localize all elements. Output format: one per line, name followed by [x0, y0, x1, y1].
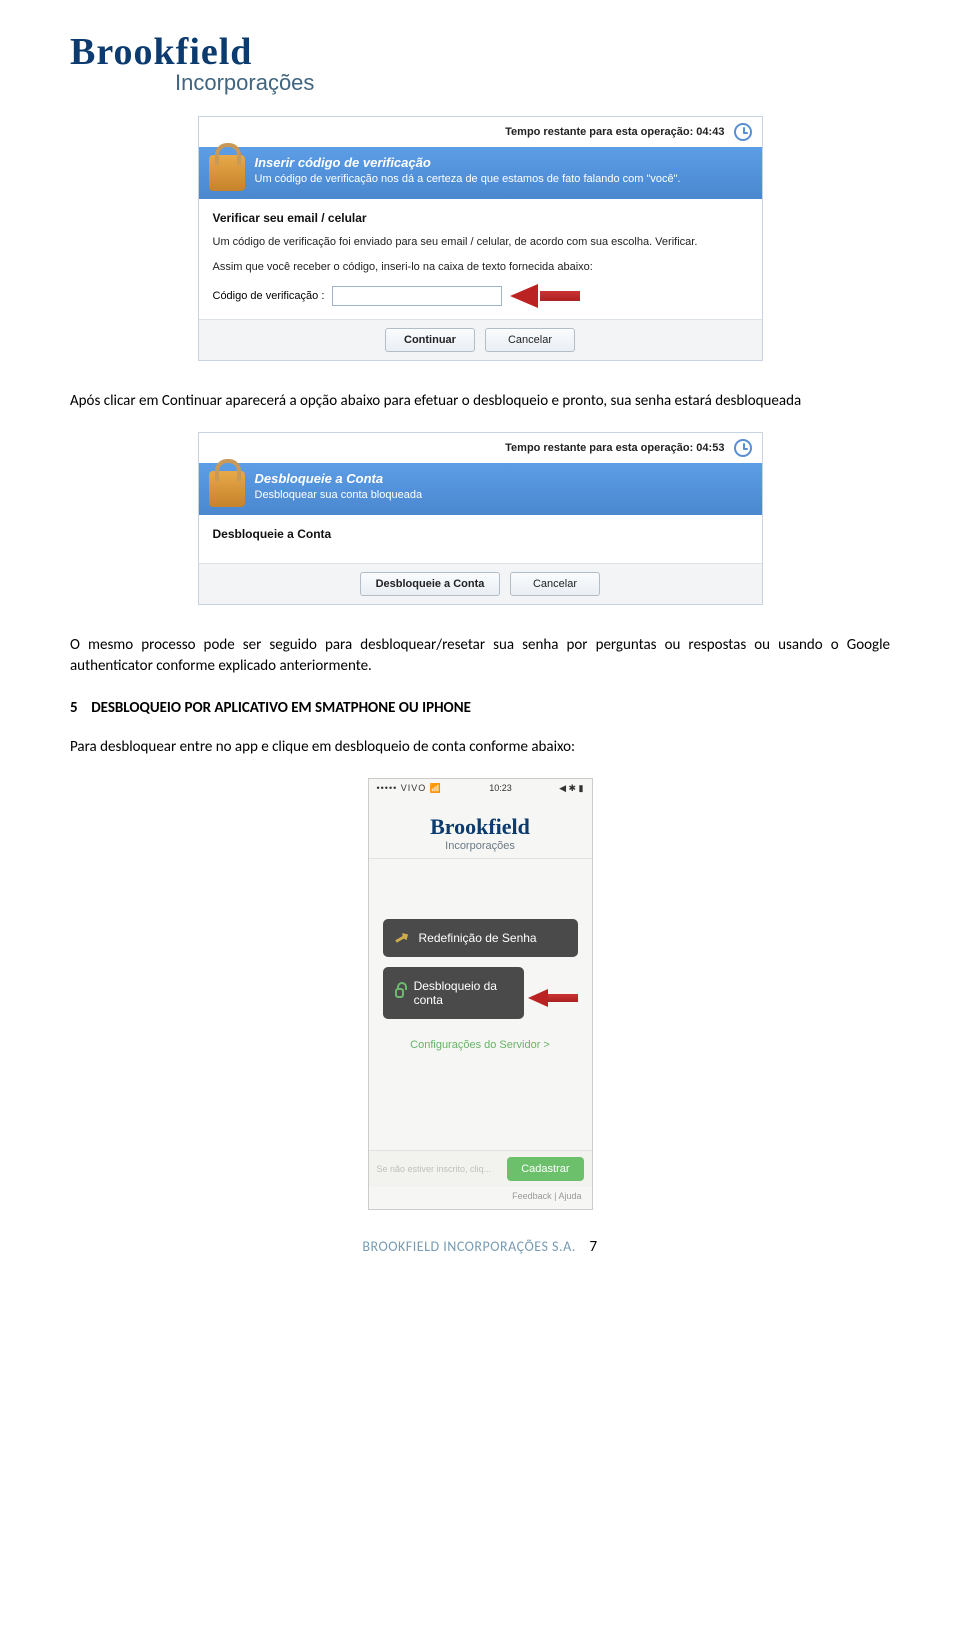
dialog-title: Inserir código de verificação — [255, 155, 681, 170]
phone-status-bar: ••••• VIVO 📶 10:23 ◀ ✱ ▮ — [369, 779, 592, 798]
phone-brand-name: Brookfield — [369, 814, 592, 840]
key-icon — [392, 928, 411, 947]
phone-logo: Brookfield Incorporações — [369, 798, 592, 859]
reset-password-label: Redefinição de Senha — [419, 931, 537, 945]
register-button[interactable]: Cadastrar — [507, 1157, 583, 1181]
dialog-buttons: Desbloqueie a Conta Cancelar — [199, 563, 762, 604]
register-hint: Se não estiver inscrito, cliq... — [377, 1164, 508, 1174]
clock-icon — [734, 123, 752, 141]
body-paragraph-3: Para desbloquear entre no app e clique e… — [70, 737, 890, 758]
page-footer: BROOKFIELD INCORPORAÇÕES S.A. 7 — [70, 1238, 890, 1256]
section-title: Desbloqueie a Conta — [213, 527, 748, 541]
dialog-subtitle: Desbloquear sua conta bloqueada — [255, 488, 423, 502]
section-title: Verificar seu email / celular — [213, 211, 748, 225]
dialog-buttons: Continuar Cancelar — [199, 319, 762, 360]
phone-footer-links[interactable]: Feedback | Ajuda — [369, 1187, 592, 1209]
dialog-header: Inserir código de verificação Um código … — [199, 147, 762, 199]
unlock-account-button[interactable]: Desbloqueio da conta — [383, 967, 524, 1019]
lock-icon — [395, 988, 404, 998]
timer-label: Tempo restante para esta operação: — [505, 126, 696, 138]
code-input-label: Código de verificação : — [213, 290, 325, 302]
section-title-text: DESBLOQUEIO POR APLICATIVO EM SMATPHONE … — [91, 699, 471, 717]
timer-value: 04:53 — [696, 442, 724, 454]
brand-logo: Brookfield Incorporações — [70, 30, 890, 96]
verification-code-input[interactable] — [332, 286, 502, 306]
page-number: 7 — [589, 1238, 597, 1256]
unlock-dialog: Tempo restante para esta operação: 04:53… — [198, 432, 763, 605]
verification-dialog: Tempo restante para esta operação: 04:43… — [198, 116, 763, 361]
padlock-icon — [209, 471, 245, 507]
dialog-paragraph-2: Assim que você receber o código, inseri-… — [213, 260, 748, 275]
timer-row: Tempo restante para esta operação: 04:43 — [199, 117, 762, 147]
dialog-paragraph-1: Um código de verificação foi enviado par… — [213, 235, 748, 250]
unlock-button[interactable]: Desbloqueie a Conta — [360, 572, 500, 596]
phone-brand-sub: Incorporações — [369, 840, 592, 852]
red-arrow-icon — [510, 285, 580, 307]
timer-value: 04:43 — [696, 126, 724, 138]
body-paragraph-2: O mesmo processo pode ser seguido para d… — [70, 635, 890, 677]
section-heading: 5 DESBLOQUEIO POR APLICATIVO EM SMATPHON… — [70, 699, 890, 717]
dialog-body: Desbloqueie a Conta — [199, 515, 762, 563]
cancel-button[interactable]: Cancelar — [485, 328, 575, 352]
status-icons: ◀ ✱ ▮ — [559, 783, 583, 794]
carrier-signal: ••••• VIVO 📶 — [377, 783, 442, 794]
unlock-account-label: Desbloqueio da conta — [414, 979, 512, 1007]
brand-name: Brookfield — [70, 30, 890, 74]
continue-button[interactable]: Continuar — [385, 328, 475, 352]
server-config-link[interactable]: Configurações do Servidor > — [383, 1039, 578, 1051]
body-paragraph-1: Após clicar em Continuar aparecerá a opç… — [70, 391, 890, 412]
brand-subtitle: Incorporações — [175, 70, 890, 96]
timer-label: Tempo restante para esta operação: — [505, 442, 696, 454]
phone-mockup: ••••• VIVO 📶 10:23 ◀ ✱ ▮ Brookfield Inco… — [368, 778, 593, 1210]
reset-password-button[interactable]: Redefinição de Senha — [383, 919, 578, 957]
cancel-button[interactable]: Cancelar — [510, 572, 600, 596]
padlock-icon — [209, 155, 245, 191]
status-time: 10:23 — [489, 783, 512, 793]
footer-company: BROOKFIELD INCORPORAÇÕES S.A. — [362, 1238, 575, 1255]
timer-row: Tempo restante para esta operação: 04:53 — [199, 433, 762, 463]
dialog-header: Desbloqueie a Conta Desbloquear sua cont… — [199, 463, 762, 515]
dialog-body: Verificar seu email / celular Um código … — [199, 199, 762, 319]
clock-icon — [734, 439, 752, 457]
dialog-subtitle: Um código de verificação nos dá a certez… — [255, 172, 681, 186]
section-number: 5 — [70, 699, 78, 717]
dialog-title: Desbloqueie a Conta — [255, 471, 423, 486]
red-arrow-icon — [528, 989, 578, 1007]
